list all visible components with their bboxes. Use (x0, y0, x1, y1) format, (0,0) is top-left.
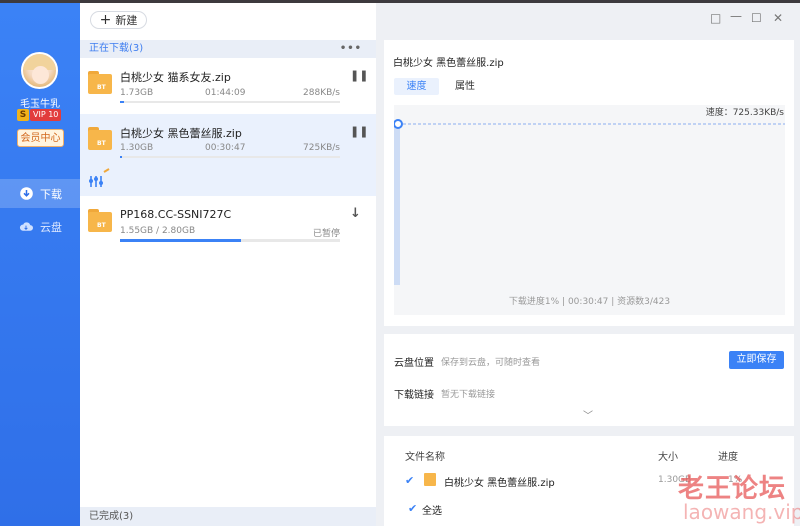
new-task-button[interactable]: + 新建 (90, 11, 147, 29)
file-name: 白桃少女 黑色蕾丝服.zip (444, 478, 555, 489)
avatar[interactable] (21, 52, 58, 89)
sidebar-item-label: 下载 (40, 187, 62, 201)
task-name: 白桃少女 黑色蕾丝服.zip (120, 127, 242, 140)
watermark-url: laowang.vip (683, 500, 800, 524)
task-name: 白桃少女 猫系女友.zip (120, 71, 231, 84)
col-size: 大小 (658, 452, 678, 463)
task-progress-fill (120, 156, 123, 158)
sidebar-item-download[interactable]: 下载 (0, 179, 80, 208)
task-progress-fill (120, 239, 241, 242)
task-speed: 725KB/s (303, 143, 340, 153)
vip-badge[interactable]: S VIP 10 (17, 108, 62, 121)
task-meta: 1.73GB 01:44:09 288KB/s (120, 88, 340, 98)
task-progress-bar (120, 239, 340, 242)
sidebar-item-cloud[interactable]: 云盘 (0, 212, 80, 241)
downloading-title: 正在下载(3) (89, 43, 144, 54)
vip-s-icon: S (17, 108, 29, 121)
chart-footer: 下载进度1% | 00:30:47 | 资源数3/423 (508, 297, 671, 307)
plus-icon: + (99, 12, 112, 28)
task-progress-fill (120, 101, 125, 103)
resume-download-icon[interactable]: ↓ (350, 206, 361, 221)
sidebar-item-label: 云盘 (40, 220, 62, 234)
speed-chart-svg (393, 119, 785, 285)
file-checkbox[interactable]: ✔ (405, 474, 414, 487)
select-all-label: 全选 (422, 506, 442, 517)
task-meta: 1.30GB 00:30:47 725KB/s (120, 143, 340, 153)
member-center-button[interactable]: 会员中心 (17, 129, 64, 147)
task-item-selected[interactable]: BT 白桃少女 黑色蕾丝服.zip 1.30GB 00:30:47 725KB/… (80, 114, 376, 196)
select-all-checkbox[interactable]: ✔ (408, 502, 417, 515)
current-speed: 速度：725.33KB/s (705, 108, 784, 118)
save-now-button[interactable]: 立即保存 (729, 351, 784, 369)
downloading-section-header[interactable]: 正在下载(3) ••• (80, 40, 376, 58)
pause-icon[interactable]: ❚❚ (350, 69, 368, 82)
chevron-down-icon[interactable]: ﹀ (583, 407, 593, 422)
download-link-label: 下载链接 (394, 390, 434, 401)
speed-chart (393, 105, 785, 315)
task-item[interactable]: BT 白桃少女 猫系女友.zip 1.73GB 01:44:09 288KB/s… (80, 58, 376, 112)
detail-file-title: 白桃少女 黑色蕾丝服.zip (393, 58, 504, 69)
task-time: 00:30:47 (205, 143, 246, 153)
folder-bt-icon: BT (88, 127, 112, 150)
download-link-hint: 暂无下载链接 (441, 390, 496, 400)
cloud-icon (19, 220, 33, 234)
cloud-location-label: 云盘位置 (394, 358, 434, 369)
task-status: 已暂停 (312, 229, 340, 239)
cloud-location-hint: 保存到云盘，可随时查看 (441, 358, 541, 368)
task-speed: 288KB/s (303, 88, 340, 98)
new-task-label: 新建 (115, 14, 138, 27)
tab-speed[interactable]: 速度 (394, 78, 439, 95)
col-progress: 进度 (718, 452, 738, 463)
folder-bt-icon: BT (88, 209, 112, 232)
task-size: 1.55GB / 2.80GB (120, 226, 196, 236)
download-icon (19, 187, 33, 201)
minimize-icon[interactable]: — (730, 9, 742, 23)
pause-icon[interactable]: ❚❚ (350, 125, 368, 138)
resource-tools-icon[interactable] (89, 168, 111, 191)
task-meta: 1.55GB / 2.80GB 已暂停 (120, 226, 340, 239)
completed-section-header[interactable]: 已完成(3) (80, 507, 376, 526)
vip-level: VIP 10 (30, 108, 62, 121)
task-size: 1.73GB (120, 88, 154, 98)
task-item[interactable]: BT PP168.CC-SSNI727C 1.55GB / 2.80GB 已暂停… (80, 198, 376, 254)
close-icon[interactable]: ✕ (773, 11, 783, 25)
col-file-name: 文件名称 (405, 452, 445, 463)
task-name: PP168.CC-SSNI727C (120, 208, 232, 221)
tab-properties[interactable]: 属性 (455, 78, 475, 95)
more-icon[interactable]: ••• (340, 40, 362, 58)
folder-bt-icon: BT (88, 71, 112, 94)
speed-point (393, 119, 403, 129)
task-progress-bar (120, 101, 340, 103)
task-time: 01:44:09 (205, 88, 246, 98)
skin-icon[interactable]: □ (710, 11, 721, 25)
speed-area (394, 126, 400, 285)
avatar-face (32, 66, 49, 84)
task-progress-bar (120, 156, 340, 158)
sidebar: 毛玉牛乳 S VIP 10 会员中心 下载 云盘 (0, 3, 80, 526)
task-size: 1.30GB (120, 143, 154, 153)
maximize-icon[interactable]: ☐ (751, 11, 762, 25)
file-icon (424, 473, 436, 486)
